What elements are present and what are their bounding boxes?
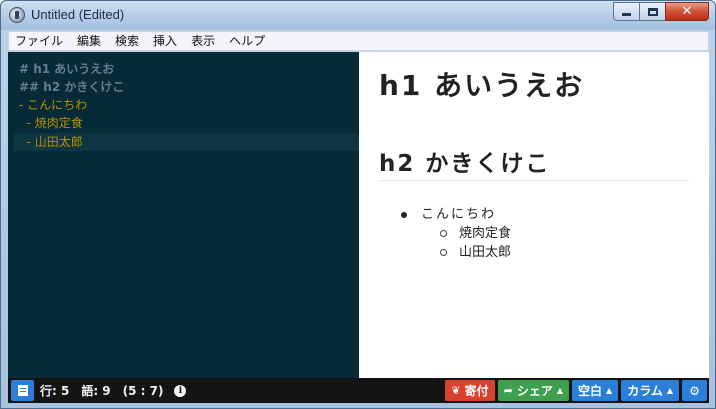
column-button[interactable]: カラム ▲ (621, 380, 679, 401)
status-left: 行: 5 語: 9 (5 : 7) i (8, 378, 187, 403)
close-button[interactable]: ✕ (665, 2, 709, 21)
minimize-button[interactable] (613, 2, 639, 21)
preview-h2-rule (379, 180, 689, 181)
editor-line[interactable]: - 焼肉定食 (8, 114, 359, 132)
menu-insert[interactable]: 挿入 (146, 32, 184, 50)
maximize-button[interactable] (639, 2, 665, 21)
editor-line[interactable]: # h1 あいうえお (8, 60, 359, 78)
sub-list-item: 焼肉定食 (399, 224, 511, 243)
status-right: ❦ 寄付 ➦ シェア ▲ 空白 ▲ カラム ▲ ⚙ (442, 380, 707, 401)
bullet-icon (401, 212, 407, 218)
app-icon[interactable] (9, 7, 25, 23)
donate-button[interactable]: ❦ 寄付 (445, 380, 495, 401)
title-bar[interactable]: Untitled (Edited) ✕ (1, 1, 715, 30)
caret-up-icon: ▲ (606, 386, 613, 395)
menu-file[interactable]: ファイル (9, 32, 70, 50)
sub-list-item-text: 山田太郎 (459, 245, 512, 260)
editor-line[interactable]: - こんにちわ (8, 96, 359, 114)
editor-current-line[interactable]: - 山田太郎 (14, 133, 359, 151)
menu-bar: ファイル 編集 検索 挿入 表示 ヘルプ (8, 31, 709, 51)
sub-list-item: 山田太郎 (399, 243, 511, 262)
info-icon[interactable]: i (174, 384, 187, 397)
minimize-icon (622, 13, 631, 16)
menu-view[interactable]: 表示 (184, 32, 222, 50)
gear-icon: ⚙ (689, 383, 700, 398)
line-count: 行: 5 (40, 384, 70, 398)
window-title: Untitled (Edited) (31, 7, 125, 22)
caret-up-icon: ▲ (666, 386, 673, 395)
document-icon (17, 385, 28, 396)
preview-list: こんにちわ 焼肉定食 山田太郎 (399, 206, 511, 262)
caret-up-icon: ▲ (556, 386, 564, 395)
close-icon: ✕ (681, 4, 693, 19)
menu-help[interactable]: ヘルプ (222, 32, 272, 50)
markdown-preview: h1 あいうえお h2 かきくけこ こんにちわ 焼肉定食 山田太郎 (359, 52, 709, 378)
window-controls: ✕ (613, 2, 709, 22)
share-label: シェア (516, 384, 553, 398)
settings-button[interactable]: ⚙ (682, 380, 707, 401)
circle-bullet-icon (440, 249, 447, 256)
preview-h1: h1 あいうえお (379, 69, 585, 102)
whitespace-button[interactable]: 空白 ▲ (572, 380, 619, 401)
sub-list-item-text: 焼肉定食 (459, 226, 512, 241)
leaf-icon: ❦ (451, 384, 461, 397)
editor-line[interactable]: ## h2 かきくけこ (8, 78, 359, 96)
cursor-position: (5 : 7) (122, 383, 164, 398)
word-count: 語: 9 (81, 384, 111, 398)
list-item: こんにちわ (399, 206, 511, 224)
circle-bullet-icon (440, 230, 447, 237)
markdown-editor[interactable]: # h1 あいうえお ## h2 かきくけこ - こんにちわ - 焼肉定食 - … (8, 52, 359, 378)
whitespace-label: 空白 (578, 384, 603, 398)
app-window: Untitled (Edited) ✕ ファイル 編集 検索 挿入 表示 ヘルプ… (0, 0, 716, 409)
status-bar: 行: 5 語: 9 (5 : 7) i ❦ 寄付 ➦ シェア ▲ 空白 ▲ カラ… (8, 378, 709, 403)
list-item-text: こんにちわ (421, 207, 497, 222)
share-button[interactable]: ➦ シェア ▲ (497, 380, 570, 401)
maximize-icon (647, 7, 658, 16)
menu-search[interactable]: 検索 (108, 32, 146, 50)
column-label: カラム (627, 384, 663, 398)
preview-h2: h2 かきくけこ (379, 151, 551, 177)
donate-label: 寄付 (464, 384, 489, 398)
share-arrow-icon: ➦ (503, 384, 513, 397)
menu-edit[interactable]: 編集 (70, 32, 108, 50)
document-button[interactable] (11, 380, 34, 401)
